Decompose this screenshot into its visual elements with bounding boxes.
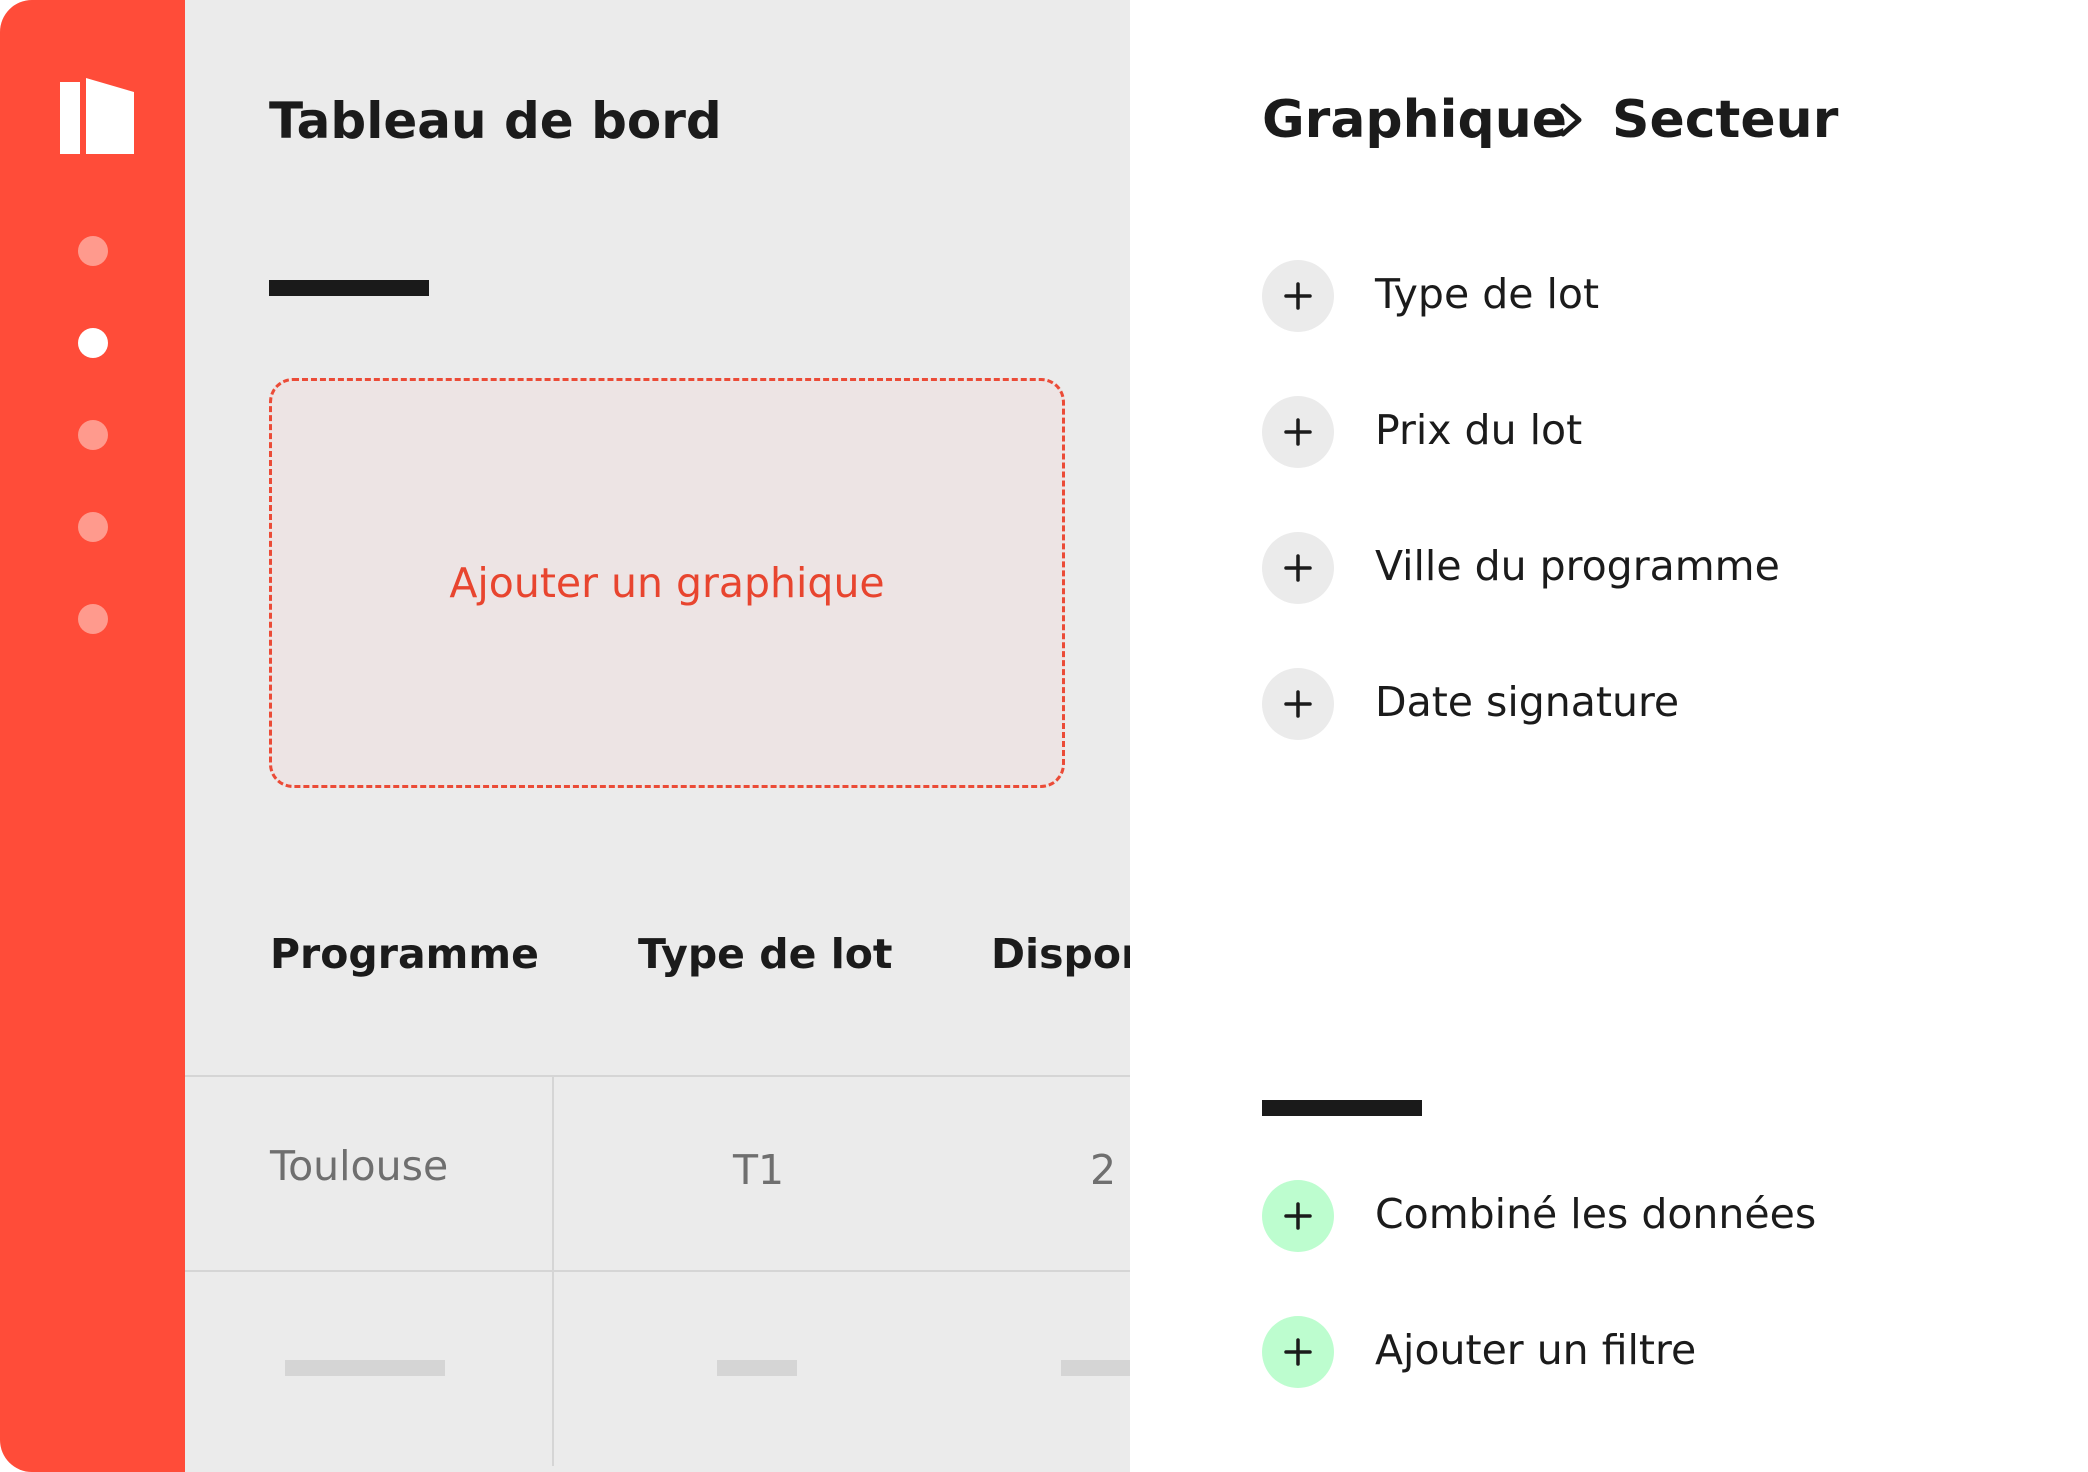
combine-data-label[interactable]: Combiné les données [1375, 1190, 1816, 1238]
table-cell-placeholder [285, 1360, 445, 1376]
breadcrumb-parent[interactable]: Graphique [1262, 90, 1567, 150]
plus-icon [1284, 1338, 1312, 1366]
add-filter-button[interactable] [1262, 1316, 1334, 1388]
add-chart-label: Ajouter un graphique [449, 559, 885, 607]
table-cell-programme: Toulouse [270, 1142, 449, 1190]
nav-dot-1[interactable] [78, 236, 108, 266]
table-cell-dispon: 2 [1090, 1146, 1117, 1194]
title-underline-bar [269, 280, 429, 296]
nav-dot-2-active[interactable] [78, 328, 108, 358]
dashboard-area: Tableau de bord Ajouter un graphique Pro… [185, 0, 1130, 1472]
field-label-ville-du-programme[interactable]: Ville du programme [1375, 542, 1780, 590]
field-label-type-de-lot[interactable]: Type de lot [1375, 270, 1599, 318]
table-cell-type-de-lot: T1 [733, 1146, 785, 1194]
add-field-prix-du-lot-button[interactable] [1262, 396, 1334, 468]
sidebar [0, 0, 185, 1472]
table-column-divider [552, 1076, 554, 1466]
plus-icon [1284, 282, 1312, 310]
add-chart-dropzone[interactable]: Ajouter un graphique [269, 378, 1065, 788]
nav-dot-3[interactable] [78, 420, 108, 450]
add-filter-label[interactable]: Ajouter un filtre [1375, 1326, 1696, 1374]
add-field-type-de-lot-button[interactable] [1262, 260, 1334, 332]
plus-icon [1284, 554, 1312, 582]
column-header-type-de-lot[interactable]: Type de lot [638, 930, 893, 978]
table-row-divider [185, 1270, 1130, 1272]
nav-dot-5[interactable] [78, 604, 108, 634]
table-cell-placeholder [717, 1360, 797, 1376]
chart-config-panel [1130, 0, 2088, 1472]
building-logo-icon[interactable] [60, 78, 134, 154]
add-field-ville-du-programme-button[interactable] [1262, 532, 1334, 604]
section-divider-bar [1262, 1100, 1422, 1116]
nav-dot-4[interactable] [78, 512, 108, 542]
page-title: Tableau de bord [269, 92, 722, 150]
breadcrumb-current: Secteur [1612, 90, 1839, 150]
combine-data-button[interactable] [1262, 1180, 1334, 1252]
add-field-date-signature-button[interactable] [1262, 668, 1334, 740]
table-row-divider [185, 1075, 1130, 1077]
column-header-dispon[interactable]: Dispon [991, 930, 1130, 978]
column-header-programme[interactable]: Programme [270, 930, 539, 978]
plus-icon [1284, 1202, 1312, 1230]
field-label-date-signature[interactable]: Date signature [1375, 678, 1679, 726]
plus-icon [1284, 418, 1312, 446]
table-cell-placeholder [1061, 1360, 1130, 1376]
chevron-right-icon [1560, 103, 1582, 137]
plus-icon [1284, 690, 1312, 718]
field-label-prix-du-lot[interactable]: Prix du lot [1375, 406, 1582, 454]
